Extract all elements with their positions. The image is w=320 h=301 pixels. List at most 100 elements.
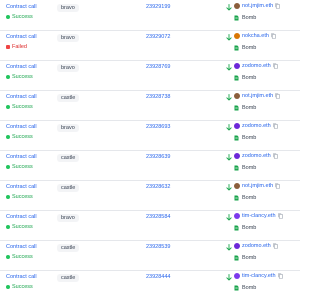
- success-icon: [6, 165, 10, 169]
- from-name-link[interactable]: not.jmjim.eth: [242, 183, 273, 189]
- from-name-link[interactable]: zodomo.eth: [242, 243, 271, 249]
- from-address[interactable]: zodomo.eth: [234, 243, 278, 249]
- copy-icon[interactable]: [275, 93, 280, 99]
- table-row[interactable]: Contract call Success bravo 23928769 zodomo.…: [0, 60, 300, 91]
- table-row[interactable]: Contract call Success castle 23928639 zodomo…: [0, 150, 300, 181]
- copy-icon[interactable]: [275, 3, 280, 9]
- status-label: Success: [12, 134, 33, 140]
- block-number-link[interactable]: 23928639: [146, 154, 170, 160]
- status-badge: Success: [6, 194, 33, 200]
- to-name: Bomb: [242, 285, 257, 291]
- block-number-link[interactable]: 23928632: [146, 184, 170, 190]
- copy-icon[interactable]: [272, 153, 278, 159]
- from-name-link[interactable]: zodomo.eth: [242, 153, 271, 159]
- tx-type-link[interactable]: Contract call: [6, 214, 37, 220]
- method-badge: castle: [57, 154, 80, 162]
- from-name-link[interactable]: zodomo.eth: [242, 123, 271, 129]
- copy-icon[interactable]: [271, 33, 276, 39]
- from-name-link[interactable]: tim-clancy.eth: [242, 213, 276, 219]
- success-icon: [6, 225, 10, 229]
- contract-icon: [234, 135, 239, 141]
- tx-type-link[interactable]: Contract call: [6, 4, 37, 10]
- transactions-table: Contract call Success bravo 23929199 not.jmj…: [0, 0, 300, 301]
- to-contract[interactable]: Bomb: [234, 105, 256, 111]
- to-contract[interactable]: Bomb: [234, 15, 256, 21]
- block-number-link[interactable]: 23928444: [146, 274, 170, 280]
- tx-type-link[interactable]: Contract call: [6, 34, 37, 40]
- contract-icon: [234, 225, 239, 231]
- avatar: [234, 33, 240, 39]
- contract-icon: [234, 105, 239, 111]
- block-number-link[interactable]: 23928539: [146, 244, 170, 250]
- table-row[interactable]: Contract call Success bravo 23928584 tim-cla…: [0, 210, 300, 241]
- tx-type-link[interactable]: Contract call: [6, 64, 37, 70]
- to-contract[interactable]: Bomb: [234, 225, 256, 231]
- tx-type-link[interactable]: Contract call: [6, 274, 37, 280]
- from-name-link[interactable]: not.jmjim.eth: [242, 93, 273, 99]
- from-name-link[interactable]: zodomo.eth: [242, 63, 271, 69]
- copy-icon[interactable]: [277, 213, 283, 219]
- tx-type-link[interactable]: Contract call: [6, 184, 37, 190]
- block-number-link[interactable]: 23929072: [146, 34, 170, 40]
- contract-icon: [234, 195, 239, 201]
- block-number-link[interactable]: 23928693: [146, 124, 170, 130]
- from-name-link[interactable]: not.jmjim.eth: [242, 3, 273, 9]
- to-contract[interactable]: Bomb: [234, 285, 256, 291]
- from-address[interactable]: not.jmjim.eth: [234, 183, 280, 189]
- table-row[interactable]: Contract call Success castle 23928632 not.jm…: [0, 180, 300, 211]
- copy-icon[interactable]: [272, 63, 278, 69]
- block-number-link[interactable]: 23929199: [146, 4, 170, 10]
- avatar: [234, 273, 240, 279]
- tx-type-link[interactable]: Contract call: [6, 154, 37, 160]
- table-row[interactable]: Contract call Success castle 23928738 not.jm…: [0, 90, 300, 121]
- avatar: [234, 93, 240, 99]
- to-contract[interactable]: Bomb: [234, 75, 256, 81]
- to-name: Bomb: [242, 75, 257, 81]
- table-row[interactable]: Contract call Success castle 23928444 tim-cl…: [0, 270, 300, 300]
- copy-icon[interactable]: [277, 273, 283, 279]
- status-badge: Success: [6, 74, 33, 80]
- arrow-down-icon: [226, 184, 232, 191]
- contract-icon: [234, 15, 239, 21]
- table-row[interactable]: Contract call Success bravo 23928693 zodomo.…: [0, 120, 300, 151]
- arrow-down-icon: [226, 124, 232, 131]
- tx-type-link[interactable]: Contract call: [6, 94, 37, 100]
- copy-icon[interactable]: [272, 123, 278, 129]
- status-label: Success: [12, 194, 33, 200]
- status-badge: Success: [6, 284, 33, 290]
- from-name-link[interactable]: tim-clancy.eth: [242, 273, 276, 279]
- tx-type-link[interactable]: Contract call: [6, 124, 37, 130]
- status-label: Success: [12, 14, 33, 20]
- from-address[interactable]: zodomo.eth: [234, 63, 278, 69]
- tx-type-link[interactable]: Contract call: [6, 244, 37, 250]
- to-contract[interactable]: Bomb: [234, 255, 256, 261]
- success-icon: [6, 195, 10, 199]
- contract-icon: [234, 165, 239, 171]
- table-row[interactable]: Contract call Success castle 23928539 zodomo…: [0, 240, 300, 271]
- table-row[interactable]: Contract call Success bravo 23929199 not.jmj…: [0, 0, 300, 31]
- to-contract[interactable]: Bomb: [234, 45, 256, 51]
- from-address[interactable]: tim-clancy.eth: [234, 213, 283, 219]
- block-number-link[interactable]: 23928584: [146, 214, 170, 220]
- from-address[interactable]: tim-clancy.eth: [234, 273, 283, 279]
- avatar: [234, 3, 240, 9]
- copy-icon[interactable]: [275, 183, 280, 189]
- from-name-link[interactable]: nokcha.eth: [242, 33, 269, 39]
- to-contract[interactable]: Bomb: [234, 135, 256, 141]
- from-address[interactable]: nokcha.eth: [234, 33, 276, 39]
- success-icon: [6, 285, 10, 289]
- table-row[interactable]: Contract call Failed bravo 23929072 nokcha.e…: [0, 30, 300, 61]
- from-address[interactable]: zodomo.eth: [234, 153, 278, 159]
- block-number-link[interactable]: 23928738: [146, 94, 170, 100]
- success-icon: [6, 75, 10, 79]
- copy-icon[interactable]: [272, 243, 278, 249]
- from-address[interactable]: not.jmjim.eth: [234, 3, 280, 9]
- to-contract[interactable]: Bomb: [234, 165, 256, 171]
- to-name: Bomb: [242, 105, 257, 111]
- from-address[interactable]: not.jmjim.eth: [234, 93, 280, 99]
- status-label: Success: [12, 284, 33, 290]
- method-badge: bravo: [57, 4, 79, 12]
- to-contract[interactable]: Bomb: [234, 195, 256, 201]
- from-address[interactable]: zodomo.eth: [234, 123, 278, 129]
- block-number-link[interactable]: 23928769: [146, 64, 170, 70]
